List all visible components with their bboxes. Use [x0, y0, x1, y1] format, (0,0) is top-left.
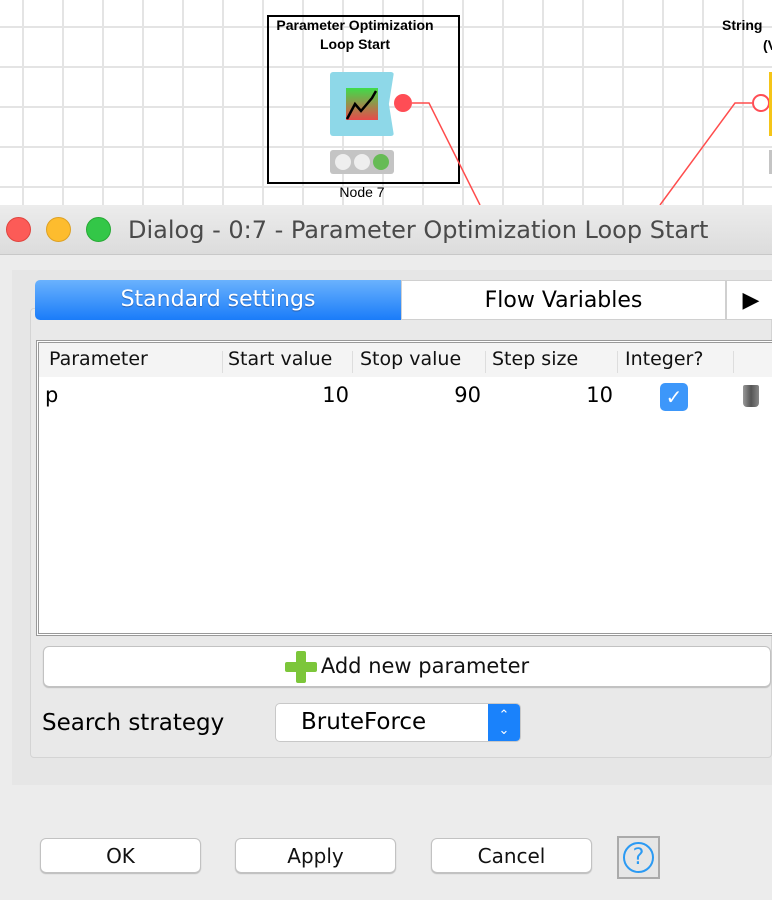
search-strategy-select[interactable]: BruteForce ⌃ ⌄ [275, 703, 521, 742]
node-status-traffic-light [330, 150, 394, 174]
plus-icon [284, 651, 317, 683]
chevron-up-down-icon: ⌃ ⌄ [488, 704, 520, 741]
add-new-parameter-label: Add new parameter [320, 654, 530, 678]
output-port[interactable] [394, 94, 412, 112]
dialog-titlebar[interactable]: Dialog - 0:7 - Parameter Optimization Lo… [0, 205, 772, 255]
tab-scroll-right-button[interactable]: ▶ [726, 280, 772, 320]
connections [394, 94, 770, 205]
column-header-parameter[interactable]: Parameter [49, 348, 148, 374]
workflow-canvas[interactable]: Parameter Optimization Loop Start Node 7 … [0, 0, 772, 205]
cell-parameter[interactable]: p [45, 383, 58, 407]
tab-flow-variables[interactable]: Flow Variables [401, 280, 726, 320]
other-node-title: String [722, 17, 763, 33]
maximize-button[interactable] [86, 217, 111, 242]
minimize-button[interactable] [46, 217, 71, 242]
help-icon: ? [623, 842, 654, 873]
other-node-title-2: (V [763, 37, 772, 53]
integer-checkbox[interactable]: ✓ [660, 383, 688, 411]
column-header-step-size[interactable]: Step size [492, 348, 578, 374]
column-header-stop-value[interactable]: Stop value [360, 348, 461, 374]
input-port[interactable] [752, 94, 770, 112]
column-header-start-value[interactable]: Start value [228, 348, 332, 374]
cancel-button[interactable]: Cancel [431, 838, 592, 873]
table-row[interactable]: p 10 90 10 ✓ [39, 379, 772, 413]
close-button[interactable] [6, 217, 31, 242]
triangle-right-icon: ▶ [742, 288, 760, 313]
cell-start-value[interactable]: 10 [239, 383, 349, 407]
apply-button[interactable]: Apply [235, 838, 396, 873]
add-new-parameter-button[interactable]: Add new parameter [43, 646, 771, 687]
ok-button[interactable]: OK [40, 838, 201, 873]
help-button[interactable]: ? [617, 836, 660, 879]
delete-trash-icon[interactable] [743, 385, 759, 407]
dialog-title: Dialog - 0:7 - Parameter Optimization Lo… [128, 216, 709, 244]
cell-step-size[interactable]: 10 [503, 383, 613, 407]
parameter-table[interactable]: Parameter Start value Stop value Step si… [36, 340, 772, 636]
cell-stop-value[interactable]: 90 [371, 383, 481, 407]
column-header-integer[interactable]: Integer? [625, 348, 703, 374]
node-label: Node 7 [339, 184, 385, 200]
search-strategy-label: Search strategy [42, 710, 225, 736]
search-strategy-value: BruteForce [301, 709, 427, 735]
tab-standard-settings[interactable]: Standard settings [35, 280, 401, 320]
